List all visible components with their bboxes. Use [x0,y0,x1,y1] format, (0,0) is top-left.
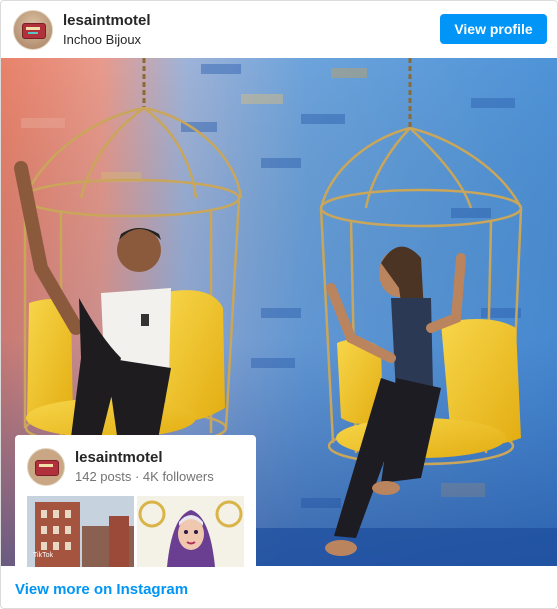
post-header: lesaintmotel Inchoo Bijoux View profile [1,1,557,57]
tiktok-watermark: TikTok [33,552,53,559]
recent-post-thumbnail[interactable]: TikTok [27,496,134,567]
recent-post-thumbnail[interactable] [137,496,244,567]
card-avatar[interactable] [27,448,65,486]
motel-sign-icon [35,460,59,476]
motel-sign-icon [22,23,46,39]
location-label[interactable]: Inchoo Bijoux [63,32,141,47]
view-profile-button[interactable]: View profile [440,14,547,44]
card-username[interactable]: lesaintmotel [75,449,163,466]
profile-avatar[interactable] [13,10,53,50]
view-more-link[interactable]: View more on Instagram [15,581,188,598]
instagram-embed: lesaintmotel Inchoo Bijoux View profile [0,0,558,609]
profile-username[interactable]: lesaintmotel [63,12,151,29]
profile-card[interactable]: lesaintmotel 142 posts · 4K followers Ti… [15,435,256,567]
card-stats: 142 posts · 4K followers [75,469,214,484]
